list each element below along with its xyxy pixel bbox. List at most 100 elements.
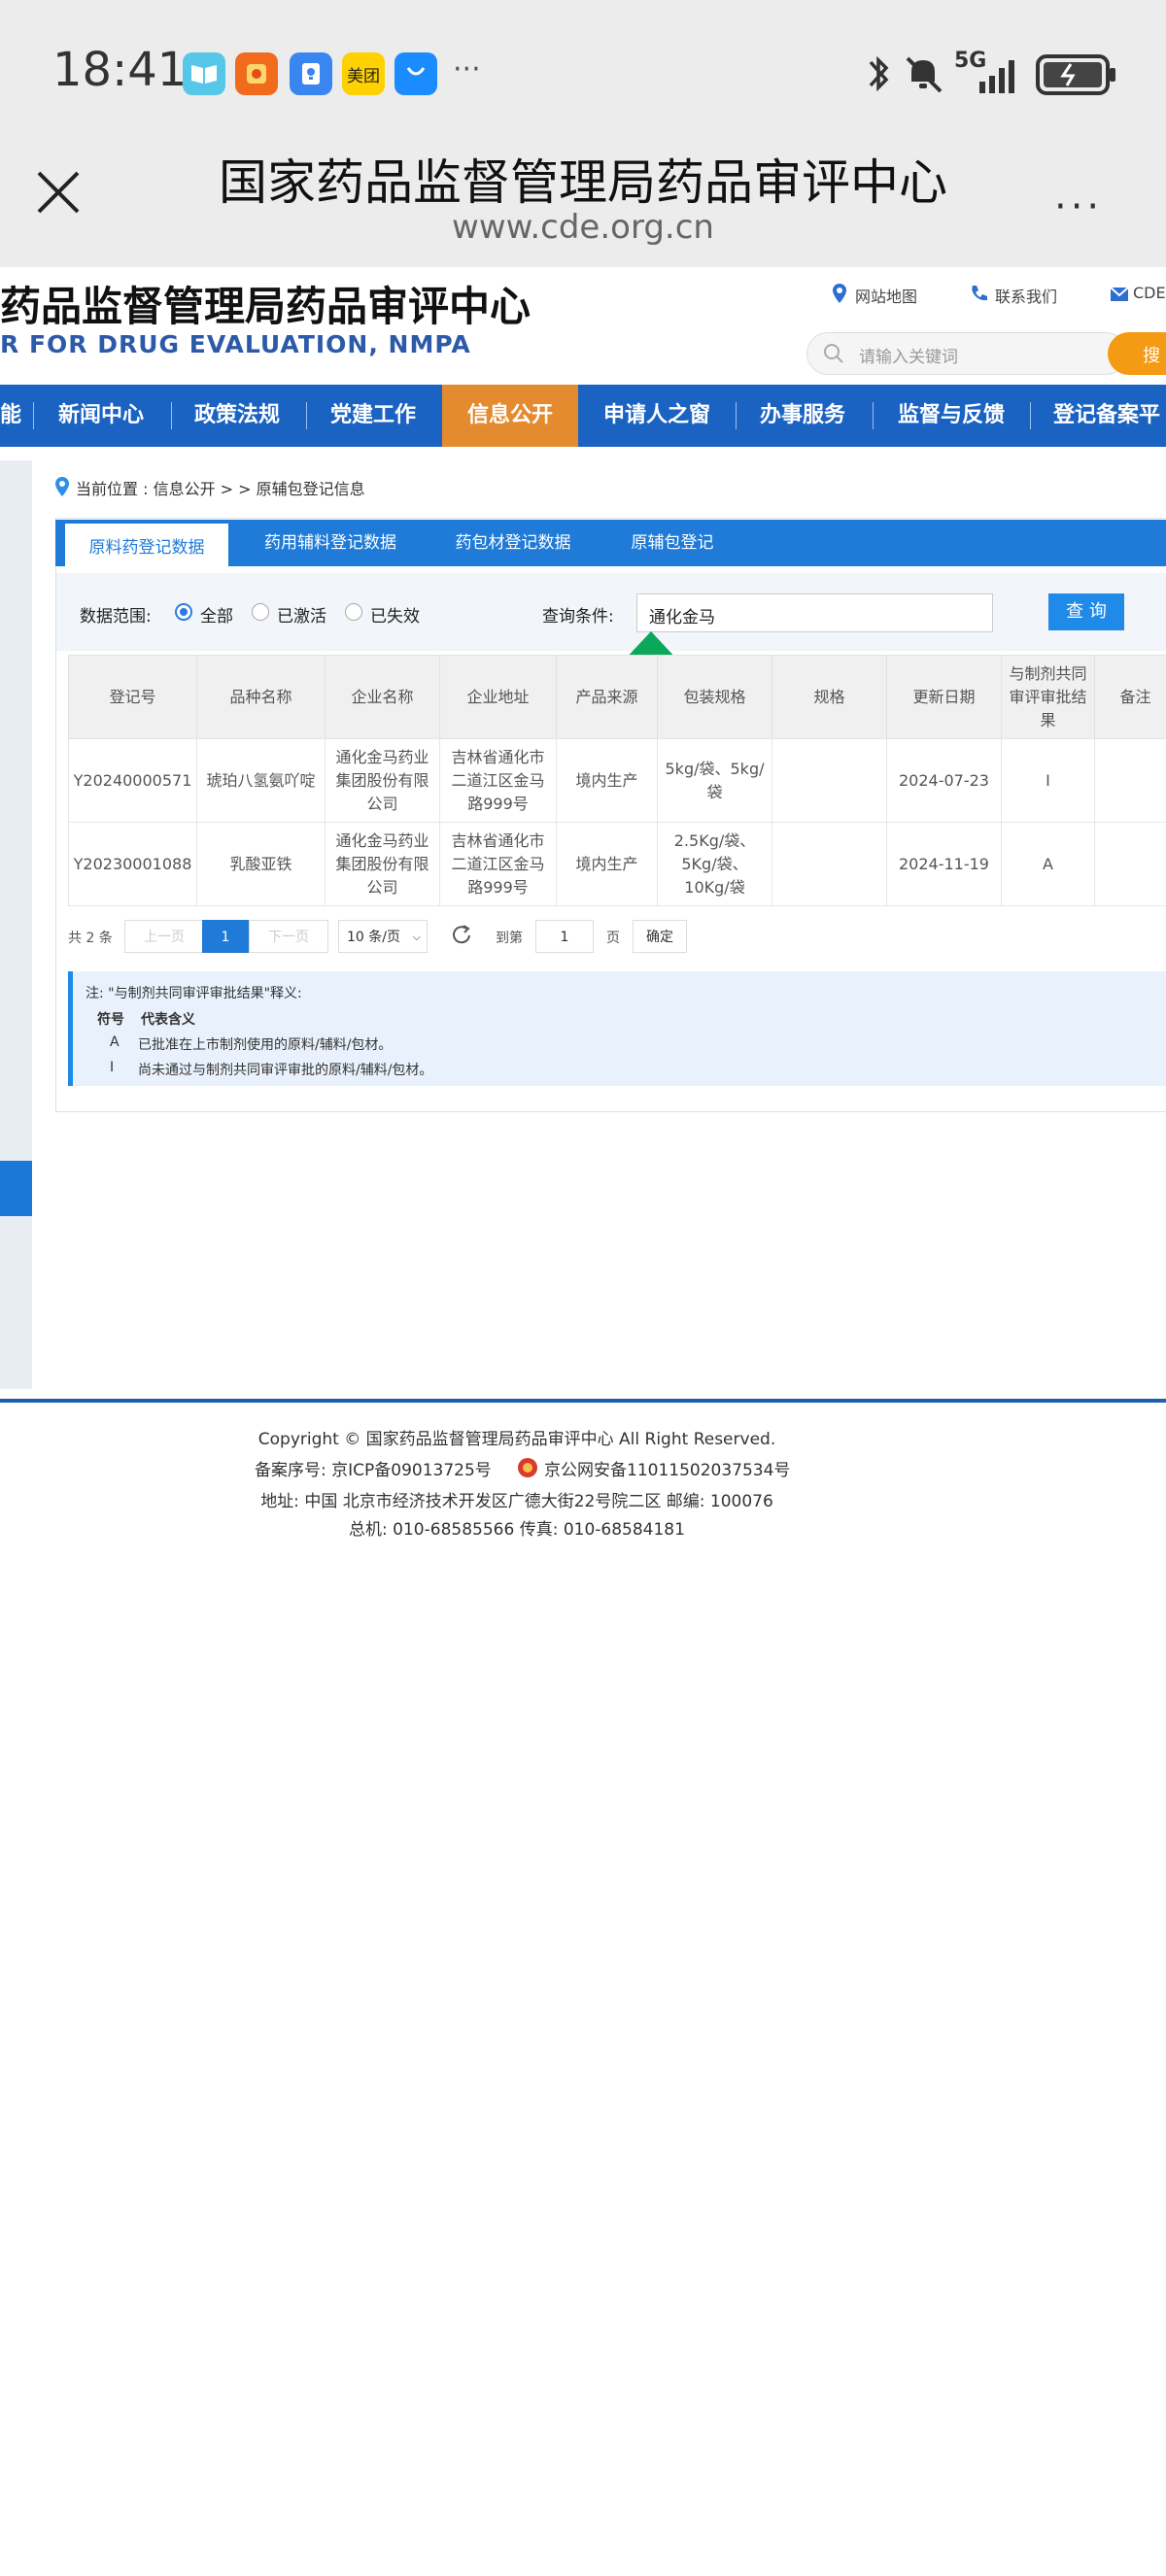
table-row[interactable]: Y20230001088 乳酸亚铁 通化金马药业集团股份有限公司 吉林省通化市二… [68,822,1166,906]
footer-police[interactable]: 京公网安备11011502037534号 [544,1456,790,1480]
scope-radio-active[interactable] [252,603,269,621]
breadcrumb: 当前位置 : 信息公开 > > 原辅包登记信息 [76,480,365,498]
cell-company: 通化金马药业集团股份有限公司 [325,822,440,906]
cell-remark [1094,738,1166,823]
redbag-icon [235,52,278,95]
sitemap-link[interactable]: 网站地图 [855,284,917,307]
col-header-name: 品种名称 [196,655,326,739]
footer-copyright: Copyright © 国家药品监督管理局药品审评中心 All Right Re… [257,1430,776,1449]
footer-icp[interactable]: 备案序号: 京ICP备09013725号 [255,1456,492,1480]
search-icon [824,344,843,363]
contact-link[interactable]: 联系我们 [995,284,1057,307]
nav-separator [33,402,34,429]
nav-item-policy[interactable]: 政策法规 [179,385,295,447]
pager-page-1[interactable]: 1 [202,920,249,953]
col-header-remark: 备注 [1094,655,1166,739]
cell-address: 吉林省通化市二道江区金马路999号 [439,822,557,906]
col-header-spec: 规格 [772,655,887,739]
site-name-en: R FOR DRUG EVALUATION, NMPA [0,330,471,358]
cde-mail-link[interactable]: CDE [1133,284,1166,302]
meituan-icon: 美团 [342,52,385,95]
tab-api-registration[interactable]: 原料药登记数据 [65,524,228,566]
col-header-source: 产品来源 [556,655,658,739]
col-header-review-result: 与制剂共同审评审批结果 [1001,655,1095,739]
nav-separator [873,402,874,429]
query-label: 查询条件: [542,607,614,627]
nav-item-feedback[interactable]: 监督与反馈 [878,385,1024,447]
nav-item-registration[interactable]: 登记备案平 [1040,385,1166,447]
nav-separator [171,402,172,429]
col-header-package: 包装规格 [657,655,772,739]
nav-item-services[interactable]: 办事服务 [742,385,863,447]
site-search-input[interactable] [806,332,1127,375]
phone-icon [972,286,987,301]
bluetooth-icon [869,55,889,92]
pager-size-select[interactable]: 10 条/页 ⌵ [338,920,428,953]
pager-goto-label: 到第 [496,931,523,946]
nav-item-party[interactable]: 党建工作 [315,385,431,447]
footer-phone: 总机: 010-68585566 传真: 010-68584181 [349,1520,685,1540]
page-url[interactable]: www.cde.org.cn [0,208,1166,247]
cell-spec [772,738,887,823]
table-row[interactable]: Y20240000571 琥珀八氢氨吖啶 通化金马药业集团股份有限公司 吉林省通… [68,738,1166,823]
nav-item-news[interactable]: 新闻中心 [43,385,159,447]
site-search-button[interactable]: 搜 [1108,332,1166,375]
nav-separator [736,402,737,429]
scope-option-all: 全部 [200,607,233,627]
note-meaning: 已批准在上市制剂使用的原料/辅料/包材。 [138,1037,393,1053]
nav-item-applicant[interactable]: 申请人之窗 [587,385,727,447]
signal-icon [979,60,1014,93]
nav-separator [306,402,307,429]
pager-size-label: 10 条/页 [347,930,400,945]
note-header-meaning: 代表含义 [141,1012,195,1028]
cell-spec [772,822,887,906]
cell-name: 琥珀八氢氨吖啶 [196,738,326,823]
nav-item[interactable]: 能 [0,385,21,447]
cell-company: 通化金马药业集团股份有限公司 [325,738,440,823]
nav-item-info-public[interactable]: 信息公开 [442,385,578,447]
note-meaning: 尚未通过与制剂共同审评审批的原料/辅料/包材。 [138,1063,433,1078]
cell-review-result: I [1001,738,1095,823]
pager-prev-button[interactable]: 上一页 [124,920,204,953]
query-input[interactable]: 通化金马 [636,593,993,632]
cell-package: 5kg/袋、5kg/袋 [657,738,772,823]
pager-page-unit: 页 [606,931,620,946]
status-time: 18:41 [52,43,188,97]
cell-updated: 2024-07-23 [886,738,1002,823]
cell-package: 2.5Kg/袋、5Kg/袋、10Kg/袋 [657,822,772,906]
site-search-placeholder: 请输入关键词 [859,348,958,367]
pager-goto-input[interactable]: 1 [535,920,594,953]
query-button[interactable]: 查 询 [1048,593,1124,630]
sidebar-active-marker[interactable] [0,1161,32,1216]
cell-regno: Y20240000571 [68,738,197,823]
cell-updated: 2024-11-19 [886,822,1002,906]
refresh-icon[interactable] [449,923,474,948]
pager-total: 共 2 条 [68,931,113,946]
honor-store-icon [394,52,437,95]
note-header-symbol: 符号 [97,1012,124,1028]
tab-combined-registration[interactable]: 原辅包登记 [612,520,733,566]
footer-address: 地址: 中国 北京市经济技术开发区广德大街22号院二区 邮编: 100076 [260,1492,773,1511]
bell-muted-icon [906,56,943,93]
scope-label: 数据范围: [80,607,152,627]
more-menu-icon[interactable]: ··· [1054,185,1103,229]
scope-radio-expired[interactable] [345,603,362,621]
scope-option-active: 已激活 [277,607,326,627]
mail-icon [1110,287,1129,301]
registration-table: 登记号 品种名称 企业名称 企业地址 产品来源 包装规格 规格 更新日期 与制剂… [68,655,1166,906]
cell-source: 境内生产 [556,822,658,906]
scope-option-expired: 已失效 [370,607,420,627]
site-name: 药品监督管理局药品审评中心 [0,283,532,330]
map-pin-icon [833,284,846,303]
police-badge-icon [518,1458,537,1477]
scope-radio-all[interactable] [175,603,192,621]
pager-next-button[interactable]: 下一页 [249,920,328,953]
footer-divider [0,1399,1166,1403]
tab-excipient-registration[interactable]: 药用辅料登记数据 [245,520,416,566]
left-sidebar [0,460,32,1389]
chevron-down-icon: ⌵ [412,931,421,943]
col-header-company: 企业名称 [325,655,440,739]
pager-confirm-button[interactable]: 确定 [633,920,687,953]
book-icon [183,52,225,95]
tab-packaging-registration[interactable]: 药包材登记数据 [428,520,599,566]
